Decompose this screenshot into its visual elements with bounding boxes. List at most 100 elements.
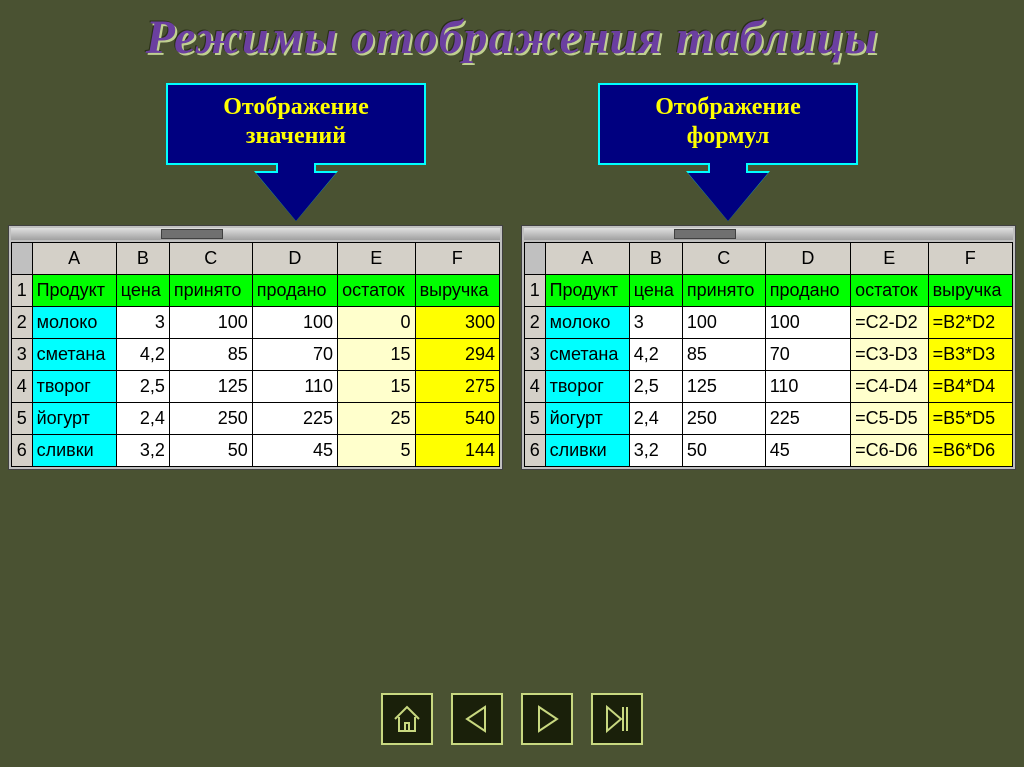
header-row: 1 Продукт цена принято продано остаток в… <box>12 274 500 306</box>
prev-icon <box>459 701 495 737</box>
cell: 2,4 <box>116 402 169 434</box>
callout-values-box: Отображение значений <box>166 83 426 165</box>
nav-prev-button[interactable] <box>451 693 503 745</box>
next-icon <box>529 701 565 737</box>
cell: 100 <box>765 306 850 338</box>
hdr-product: Продукт <box>545 274 629 306</box>
table-row: 2 молоко 3 100 100 =C2-D2 =B2*D2 <box>525 306 1013 338</box>
col-D: D <box>765 242 850 274</box>
cell: 3 <box>116 306 169 338</box>
cell: 540 <box>415 402 499 434</box>
callout-formulas: Отображение формул <box>598 83 858 221</box>
callout-values: Отображение значений <box>166 83 426 221</box>
cell: 50 <box>169 434 252 466</box>
cell: 0 <box>338 306 416 338</box>
cell: 70 <box>252 338 337 370</box>
cell: 15 <box>338 338 416 370</box>
nav-next-button[interactable] <box>521 693 573 745</box>
hdr-remainder: остаток <box>851 274 929 306</box>
hdr-price: цена <box>629 274 682 306</box>
table-row: 6 сливки 3,2 50 45 5 144 <box>12 434 500 466</box>
cell: 25 <box>338 402 416 434</box>
cell: 2,5 <box>629 370 682 402</box>
col-A: A <box>545 242 629 274</box>
cell-formula: =C6-D6 <box>851 434 929 466</box>
callout-values-line1: Отображение <box>172 93 420 122</box>
callout-values-line2: значений <box>172 122 420 151</box>
cell: 110 <box>252 370 337 402</box>
cell-formula: =B2*D2 <box>928 306 1012 338</box>
table-row: 3 сметана 4,2 85 70 =C3-D3 =B3*D3 <box>525 338 1013 370</box>
cell-formula: =C5-D5 <box>851 402 929 434</box>
cell-product: творог <box>545 370 629 402</box>
corner-cell <box>525 242 546 274</box>
cell: 110 <box>765 370 850 402</box>
hdr-revenue: выручка <box>928 274 1012 306</box>
row-5: 5 <box>525 402 546 434</box>
cell: 3,2 <box>629 434 682 466</box>
hdr-received: принято <box>169 274 252 306</box>
down-arrow-icon <box>688 173 768 221</box>
nav-home-button[interactable] <box>381 693 433 745</box>
cell-formula: =B4*D4 <box>928 370 1012 402</box>
cell: 250 <box>682 402 765 434</box>
hdr-remainder: остаток <box>338 274 416 306</box>
cell: 15 <box>338 370 416 402</box>
row-2: 2 <box>12 306 33 338</box>
cell: 45 <box>252 434 337 466</box>
row-3: 3 <box>12 338 33 370</box>
formulas-table: A B C D E F 1 Продукт цена принято прода… <box>524 242 1013 467</box>
row-4: 4 <box>12 370 33 402</box>
cell-product: йогурт <box>545 402 629 434</box>
hdr-received: принято <box>682 274 765 306</box>
hdr-sold: продано <box>765 274 850 306</box>
table-row: 2 молоко 3 100 100 0 300 <box>12 306 500 338</box>
cell: 2,4 <box>629 402 682 434</box>
column-header-row: A B C D E F <box>525 242 1013 274</box>
col-E: E <box>338 242 416 274</box>
cell-formula: =C2-D2 <box>851 306 929 338</box>
cell: 225 <box>252 402 337 434</box>
cell-formula: =B3*D3 <box>928 338 1012 370</box>
cell-product: сливки <box>545 434 629 466</box>
cell: 45 <box>765 434 850 466</box>
tables-row: A B C D E F 1 Продукт цена принято прода… <box>0 225 1024 470</box>
slide-title: Режимы отображения таблицы <box>0 0 1024 65</box>
header-row: 1 Продукт цена принято продано остаток в… <box>525 274 1013 306</box>
cell: 4,2 <box>116 338 169 370</box>
cell-product: сметана <box>545 338 629 370</box>
spreadsheet-values: A B C D E F 1 Продукт цена принято прода… <box>8 225 503 470</box>
col-F: F <box>415 242 499 274</box>
sheet-toolbar-icon <box>524 228 1013 240</box>
hdr-revenue: выручка <box>415 274 499 306</box>
cell-formula: =B5*D5 <box>928 402 1012 434</box>
cell: 100 <box>682 306 765 338</box>
table-row: 3 сметана 4,2 85 70 15 294 <box>12 338 500 370</box>
callout-formulas-box: Отображение формул <box>598 83 858 165</box>
callout-formulas-line1: Отображение <box>604 93 852 122</box>
cell: 225 <box>765 402 850 434</box>
col-A: A <box>32 242 116 274</box>
cell: 70 <box>765 338 850 370</box>
cell: 5 <box>338 434 416 466</box>
table-row: 4 творог 2,5 125 110 =C4-D4 =B4*D4 <box>525 370 1013 402</box>
cell-formula: =C4-D4 <box>851 370 929 402</box>
col-C: C <box>682 242 765 274</box>
row-6: 6 <box>525 434 546 466</box>
cell-formula: =B6*D6 <box>928 434 1012 466</box>
cell: 300 <box>415 306 499 338</box>
row-5: 5 <box>12 402 33 434</box>
cell: 85 <box>169 338 252 370</box>
cell: 250 <box>169 402 252 434</box>
cell-product: йогурт <box>32 402 116 434</box>
cell: 125 <box>169 370 252 402</box>
row-2: 2 <box>525 306 546 338</box>
table-row: 5 йогурт 2,4 250 225 25 540 <box>12 402 500 434</box>
col-C: C <box>169 242 252 274</box>
col-B: B <box>629 242 682 274</box>
nav-last-button[interactable] <box>591 693 643 745</box>
corner-cell <box>12 242 33 274</box>
cell: 125 <box>682 370 765 402</box>
row-1: 1 <box>525 274 546 306</box>
hdr-price: цена <box>116 274 169 306</box>
